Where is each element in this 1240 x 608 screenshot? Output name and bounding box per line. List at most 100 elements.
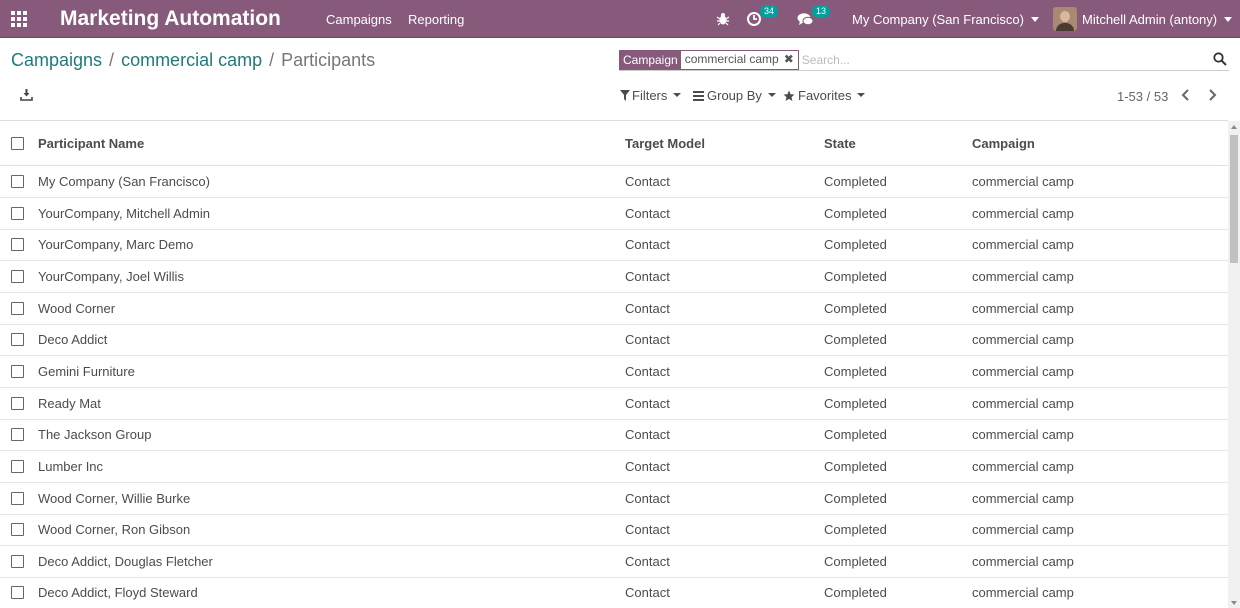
row-target-model: Contact [625, 553, 670, 569]
menu-reporting[interactable]: Reporting [408, 0, 464, 38]
column-state[interactable]: State [824, 136, 856, 151]
row-participant-name: YourCompany, Mitchell Admin [38, 205, 210, 221]
row-participant-name: My Company (San Francisco) [38, 174, 210, 189]
table-row[interactable]: Wood Corner Contact Completed commercial ca… [0, 293, 1228, 325]
pager-value[interactable]: 1-53 / 53 [1117, 89, 1168, 104]
company-switcher[interactable]: My Company (San Francisco) [852, 0, 1039, 38]
activities-button[interactable]: 34 [746, 0, 779, 38]
row-checkbox[interactable] [11, 333, 24, 347]
row-state: Completed [824, 427, 887, 443]
row-campaign: commercial camp [972, 205, 1074, 221]
table-row[interactable]: Deco Addict, Douglas Fletcher Contact Comp… [0, 546, 1228, 578]
apps-menu-button[interactable] [0, 0, 38, 38]
scroll-down-icon[interactable] [1231, 601, 1237, 605]
breadcrumb-campaign[interactable]: commercial camp [121, 50, 262, 71]
table-row[interactable]: Ready Mat Contact Completed commercial camp [0, 388, 1228, 420]
row-campaign: commercial camp [972, 585, 1074, 601]
search-input[interactable] [801, 52, 1229, 67]
favorites-label: Favorites [798, 88, 852, 103]
row-checkbox[interactable] [11, 301, 24, 315]
row-state: Completed [824, 395, 887, 411]
table-row[interactable]: YourCompany, Mitchell Admin Contact Comple… [0, 198, 1228, 230]
close-icon[interactable]: ✖ [784, 52, 794, 67]
table-row[interactable]: Lumber Inc Contact Completed commercial cam… [0, 451, 1228, 483]
vertical-scrollbar[interactable] [1228, 121, 1240, 608]
row-state: Completed [824, 205, 887, 221]
table-row[interactable]: Wood Corner, Willie Burke Contact Complete… [0, 483, 1228, 515]
table-row[interactable]: My Company (San Francisco) Contact Complet… [0, 166, 1228, 198]
row-target-model: Contact [625, 395, 670, 411]
table-row[interactable]: YourCompany, Marc Demo Contact Completed co… [0, 229, 1228, 262]
table-row[interactable]: Deco Addict Contact Completed commercial ca… [0, 324, 1228, 357]
facet-label: Campaign [620, 50, 681, 69]
facet-value: commercial camp ✖ [681, 51, 798, 69]
chevron-left-icon[interactable] [1181, 88, 1191, 102]
caret-down-icon [857, 92, 866, 97]
row-checkbox[interactable] [11, 269, 24, 283]
row-checkbox[interactable] [11, 364, 24, 378]
scroll-up-icon[interactable] [1231, 125, 1237, 129]
star-icon [783, 90, 795, 101]
table-row[interactable]: The Jackson Group Contact Completed commerc… [0, 419, 1228, 452]
bug-icon [716, 13, 730, 26]
row-checkbox[interactable] [11, 459, 24, 473]
row-checkbox[interactable] [11, 396, 24, 410]
app-title[interactable]: Marketing Automation [60, 0, 281, 38]
breadcrumb-separator: / [269, 50, 275, 70]
table-row[interactable]: YourCompany, Joel Willis Contact Completed… [0, 261, 1228, 293]
row-checkbox[interactable] [11, 554, 24, 568]
row-campaign: commercial camp [972, 458, 1074, 474]
row-campaign: commercial camp [972, 522, 1074, 538]
chevron-right-icon[interactable] [1207, 88, 1217, 102]
row-checkbox[interactable] [11, 491, 24, 505]
row-checkbox[interactable] [11, 175, 24, 188]
row-checkbox[interactable] [11, 206, 24, 220]
search-facet[interactable]: Campaign commercial camp ✖ [619, 49, 799, 70]
user-name: Mitchell Admin (antony) [1082, 11, 1218, 27]
page-title: Participants [281, 50, 376, 70]
column-campaign[interactable]: Campaign [972, 136, 1035, 151]
row-target-model: Contact [625, 268, 670, 284]
row-target-model: Contact [625, 300, 670, 316]
row-participant-name: Deco Addict, Douglas Fletcher [38, 553, 213, 569]
row-participant-name: Deco Addict, Floyd Steward [38, 585, 198, 601]
row-state: Completed [824, 553, 887, 569]
table-row[interactable]: Deco Addict, Floyd Steward Contact Complet… [0, 577, 1228, 608]
column-participant-name[interactable]: Participant Name [38, 136, 144, 151]
row-checkbox[interactable] [11, 586, 24, 600]
row-target-model: Contact [625, 458, 670, 474]
search-icon[interactable] [1213, 52, 1227, 66]
table-row[interactable]: Wood Corner, Ron Gibson Contact Completed c… [0, 514, 1228, 547]
row-target-model: Contact [625, 522, 670, 538]
select-all-checkbox[interactable] [11, 136, 24, 150]
row-state: Completed [824, 585, 887, 601]
row-state: Completed [824, 490, 887, 506]
caret-down-icon [767, 92, 776, 97]
breadcrumb-campaigns[interactable]: Campaigns [11, 50, 102, 71]
filters-dropdown[interactable]: Filters [620, 88, 682, 103]
export-button[interactable] [20, 88, 33, 106]
messages-button[interactable]: 13 [797, 0, 831, 38]
column-target-model[interactable]: Target Model [625, 136, 705, 151]
row-checkbox[interactable] [11, 523, 24, 537]
row-campaign: commercial camp [972, 363, 1074, 379]
row-checkbox[interactable] [11, 428, 24, 442]
menu-campaigns[interactable]: Campaigns [326, 0, 392, 38]
row-campaign: commercial camp [972, 300, 1074, 316]
row-target-model: Contact [625, 205, 670, 221]
user-menu[interactable]: Mitchell Admin (antony) [1053, 0, 1233, 38]
table-row[interactable]: Gemini Furniture Contact Completed commerci… [0, 356, 1228, 388]
row-participant-name: Wood Corner [38, 300, 116, 316]
row-campaign: commercial camp [972, 237, 1074, 253]
row-participant-name: The Jackson Group [38, 427, 152, 443]
scrollbar-thumb[interactable] [1230, 135, 1238, 263]
favorites-dropdown[interactable]: Favorites [783, 88, 866, 103]
table-header: Participant Name Target Model State Camp… [0, 121, 1228, 166]
group-by-dropdown[interactable]: Group By [693, 88, 776, 103]
row-participant-name: Deco Addict [38, 332, 108, 348]
row-state: Completed [824, 268, 887, 284]
row-target-model: Contact [625, 174, 670, 189]
debug-button[interactable] [716, 0, 730, 38]
top-navbar: Marketing Automation Campaigns Reporting… [0, 0, 1240, 38]
row-checkbox[interactable] [11, 238, 24, 252]
